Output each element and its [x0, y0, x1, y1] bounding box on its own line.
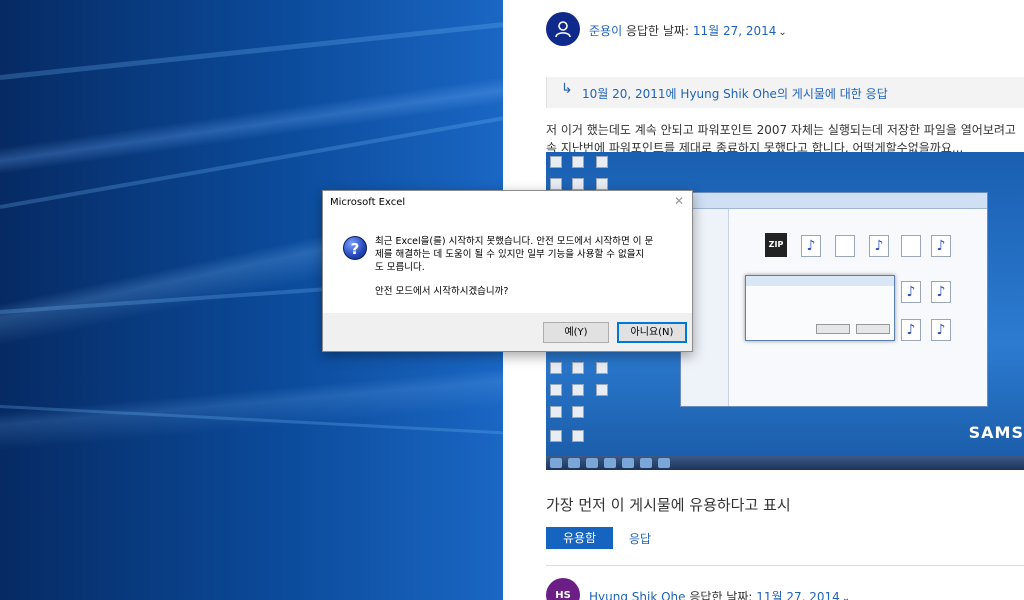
taskbar-icon	[640, 458, 652, 468]
avatar[interactable]: HS	[546, 578, 580, 600]
music-file-icon: ♪	[901, 319, 921, 341]
desktop-shortcut-icon	[596, 362, 608, 374]
zip-file-icon: ZIP	[765, 233, 787, 257]
reply-author-link[interactable]: Hyung Shik Ohe	[589, 590, 686, 600]
document-file-icon	[835, 235, 855, 257]
desktop-shortcut-icon	[572, 406, 584, 418]
reply-date-link[interactable]: 11월 27, 2014	[756, 590, 840, 600]
desktop-shortcut-icon	[550, 384, 562, 396]
excel-safe-mode-dialog: Microsoft Excel ✕ ? 최근 Excel을(를) 시작하지 못했…	[322, 190, 693, 352]
inner-dialog-button	[856, 324, 890, 334]
music-file-icon: ♪	[931, 235, 951, 257]
desktop-shortcut-icon	[572, 430, 584, 442]
dialog-button-bar: 예(Y) 아니요(N)	[323, 313, 692, 351]
inner-dialog	[745, 275, 895, 341]
taskbar	[546, 456, 1024, 470]
reply-meta: Hyung Shik Ohe 응답한 날짜: 11월 27, 2014 ⌄	[589, 588, 850, 600]
user-icon	[555, 21, 571, 38]
desktop-shortcut-icon	[550, 362, 562, 374]
close-icon[interactable]: ✕	[674, 194, 684, 208]
desktop-shortcut-icon	[596, 384, 608, 396]
taskbar-icon	[568, 458, 580, 468]
music-file-icon: ♪	[931, 319, 951, 341]
taskbar-icon	[604, 458, 616, 468]
dialog-title: Microsoft Excel	[330, 197, 406, 208]
desktop-shortcut-icon	[550, 178, 562, 190]
light-beam	[0, 405, 520, 436]
desktop-shortcut-icon	[550, 156, 562, 168]
taskbar-icon	[622, 458, 634, 468]
desktop-shortcut-icon	[596, 178, 608, 190]
desktop-shortcut-icon	[550, 406, 562, 418]
yes-button[interactable]: 예(Y)	[543, 322, 609, 343]
helpful-button[interactable]: 유용함	[546, 527, 613, 549]
question-icon: ?	[343, 236, 367, 260]
desktop-shortcut-icon	[572, 384, 584, 396]
divider	[546, 565, 1024, 566]
music-file-icon: ♪	[869, 235, 889, 257]
brand-logo: SAMS	[968, 423, 1024, 442]
reply-action-label: 응답한 날짜:	[689, 590, 753, 600]
avatar[interactable]	[546, 12, 580, 46]
desktop-shortcut-icon	[572, 178, 584, 190]
chevron-down-icon[interactable]: ⌄	[778, 27, 786, 38]
document-file-icon	[901, 235, 921, 257]
dialog-message: 최근 Excel을(를) 시작하지 못했습니다. 안전 모드에서 시작하면 이 …	[375, 236, 654, 273]
inner-dialog-titlebar	[746, 276, 894, 286]
dialog-question: 안전 모드에서 시작하시겠습니까?	[375, 286, 509, 297]
taskbar-icon	[658, 458, 670, 468]
chevron-down-icon[interactable]: ⌄	[842, 593, 850, 600]
helpful-prompt: 가장 먼저 이 게시물에 유용하다고 표시	[546, 496, 791, 514]
desktop-shortcut-icon	[572, 362, 584, 374]
reply-arrow-icon: ↳	[561, 81, 573, 97]
reply-action-label: 응답한 날짜:	[625, 24, 690, 38]
quote-link[interactable]: 10월 20, 2011에 Hyung Shik Ohe의 게시물에 대한 응답	[582, 85, 888, 102]
music-file-icon: ♪	[801, 235, 821, 257]
music-file-icon: ♪	[901, 281, 921, 303]
reply-link[interactable]: 응답	[629, 530, 651, 547]
reply-date-link[interactable]: 11월 27, 2014	[693, 24, 777, 38]
reply-author-link[interactable]: 준용이	[589, 24, 622, 38]
music-file-icon: ♪	[931, 281, 951, 303]
explorer-window: ZIP ♪ ♪ ♪ ♪ ♪ ♪ ♪	[680, 192, 988, 407]
explorer-titlebar	[681, 193, 987, 209]
desktop-shortcut-icon	[596, 156, 608, 168]
desktop-shortcut-icon	[550, 430, 562, 442]
no-button[interactable]: 아니요(N)	[617, 322, 687, 343]
taskbar-icon	[550, 458, 562, 468]
desktop-shortcut-icon	[572, 156, 584, 168]
quoted-reference[interactable]: ↳ 10월 20, 2011에 Hyung Shik Ohe의 게시물에 대한 …	[546, 77, 1024, 108]
taskbar-icon	[586, 458, 598, 468]
light-beam	[0, 20, 518, 80]
reply-meta: 준용이 응답한 날짜: 11월 27, 2014 ⌄	[589, 22, 787, 39]
inner-dialog-button	[816, 324, 850, 334]
